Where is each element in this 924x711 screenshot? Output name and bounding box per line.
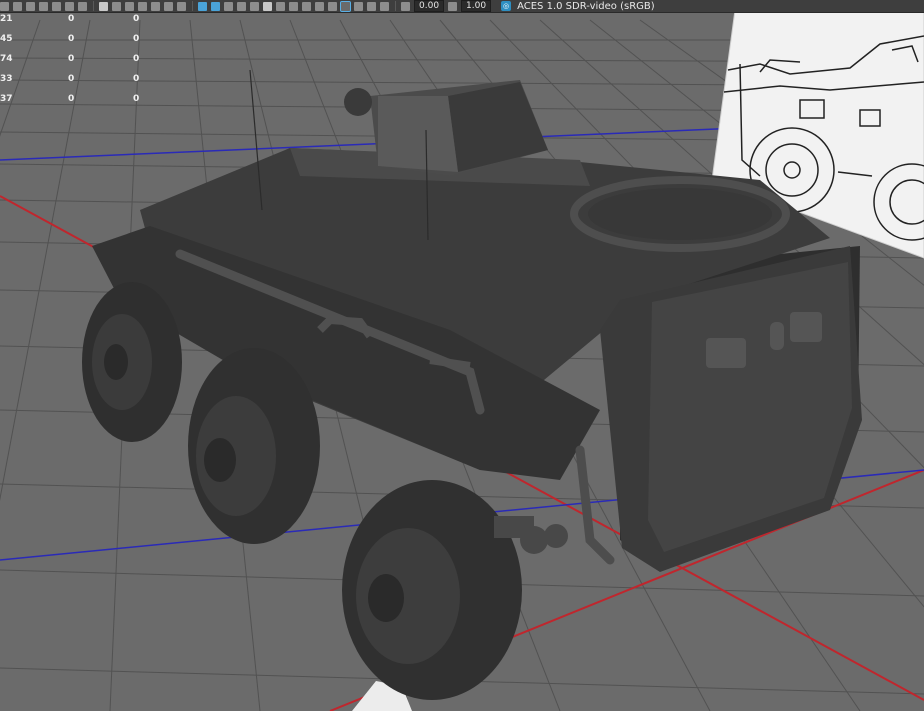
safe-action-icon[interactable]	[164, 1, 173, 11]
grid-icon[interactable]	[99, 1, 108, 11]
paint-icon[interactable]	[26, 1, 35, 11]
image-plane-icon[interactable]	[52, 1, 61, 11]
hud-value: 0	[133, 94, 140, 104]
select-icon[interactable]	[0, 1, 9, 11]
exposure-field[interactable]: 0.00	[414, 0, 445, 12]
dof-icon[interactable]	[328, 1, 337, 11]
lights-icon[interactable]	[263, 1, 272, 11]
hud-value: 0	[68, 94, 75, 104]
wireframe-icon[interactable]	[198, 1, 207, 11]
gamma-field[interactable]: 1.00	[461, 0, 492, 12]
textured-icon[interactable]	[237, 1, 246, 11]
grid-toggle-icon[interactable]	[78, 1, 87, 11]
antialias-icon[interactable]	[315, 1, 324, 11]
3d-viewport[interactable]	[0, 0, 924, 711]
checker-icon[interactable]	[250, 1, 259, 11]
motion-blur-icon[interactable]	[302, 1, 311, 11]
hud-value: 0	[133, 34, 140, 44]
camera-icon[interactable]	[65, 1, 74, 11]
hud-value: 0	[133, 74, 140, 84]
color-management-icon[interactable]: ◎	[501, 1, 512, 11]
hud-label: 74	[0, 54, 13, 64]
hud-value: 0	[68, 74, 75, 84]
film-gate-icon[interactable]	[112, 1, 121, 11]
field-chart-icon[interactable]	[151, 1, 160, 11]
xray-icon[interactable]	[354, 1, 363, 11]
isolate-icon[interactable]	[340, 0, 351, 12]
safe-title-icon[interactable]	[177, 1, 186, 11]
ambient-occlusion-icon[interactable]	[289, 1, 298, 11]
color-space-label[interactable]: ACES 1.0 SDR-video (sRGB)	[517, 1, 655, 12]
panel-toolbar: 0.00 1.00 ◎ ACES 1.0 SDR-video (sRGB)	[0, 0, 924, 13]
gate-mask-icon[interactable]	[138, 1, 147, 11]
hud-value: 0	[68, 34, 75, 44]
xray-joints-icon[interactable]	[367, 1, 376, 11]
hud-label: 37	[0, 94, 13, 104]
xray-components-icon[interactable]	[380, 1, 389, 11]
wheel-front-left	[342, 480, 522, 700]
hud-label: 33	[0, 74, 13, 84]
wheel-middle-left	[188, 348, 320, 544]
hud-label: 21	[0, 14, 13, 24]
wheel-rear-left	[82, 282, 182, 442]
gamma-icon[interactable]	[448, 1, 458, 11]
hud-value: 0	[68, 14, 75, 24]
shadows-icon[interactable]	[276, 1, 285, 11]
hud-value: 0	[133, 54, 140, 64]
bookmark-icon[interactable]	[39, 1, 48, 11]
hud-value: 0	[68, 54, 75, 64]
hud-label: 45	[0, 34, 13, 44]
hud-value: 0	[133, 14, 140, 24]
wireframe-on-shaded-icon[interactable]	[224, 1, 233, 11]
exposure-icon[interactable]	[401, 1, 410, 11]
lasso-icon[interactable]	[13, 1, 22, 11]
smooth-shade-icon[interactable]	[211, 1, 220, 11]
viewport-canvas[interactable]	[0, 0, 924, 711]
resolution-gate-icon[interactable]	[125, 1, 134, 11]
